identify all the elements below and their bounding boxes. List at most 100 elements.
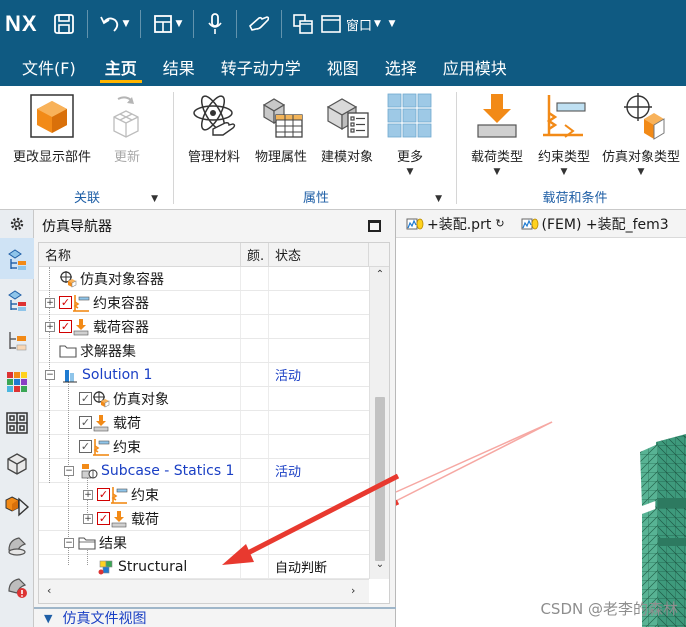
reuse-library-tab[interactable] [0,361,34,402]
quick-access-customize-button[interactable]: ▼ [381,5,401,43]
resource-bar-settings-button[interactable] [0,210,34,238]
vertical-scrollbar[interactable]: ⌃ ⌄ [369,267,389,579]
tree-row[interactable]: − Subcase - Statics 1 活动 [39,459,369,483]
nx-logo: NX [5,11,38,36]
scrollbar-thumb[interactable] [375,397,385,561]
graphics-window[interactable]: +装配.prt ↻ (FEM) +装配_fem3 CSDN @老李的森林 [396,210,686,627]
change-display-part-button[interactable]: 更改显示部件 [6,86,98,165]
constraint-type-button[interactable]: 约束类型 ▼ [532,86,596,177]
tab-assembly-prt[interactable]: +装配.prt ↻ [406,214,505,234]
expand-icon[interactable]: + [83,489,93,500]
load-type-button[interactable]: 载荷类型 ▼ [462,86,532,177]
update-button[interactable]: 更新 [98,86,156,165]
collapse-icon[interactable]: − [64,465,74,476]
scroll-left-icon[interactable]: ‹ [47,584,51,597]
assembly-constraint-icon [5,495,30,517]
layout-button[interactable]: ▼ [147,5,187,43]
tree-row[interactable]: 求解器集 [39,339,369,363]
visibility-checkbox[interactable]: ✓ [79,392,92,405]
tree-row[interactable]: − Solution 1 活动 [39,363,369,387]
simulation-file-view-header[interactable]: ▼ 仿真文件视图 [34,607,396,627]
ribbon-group-title: 属性 [302,191,329,206]
scroll-down-icon[interactable]: ⌄ [370,559,390,577]
undo-button[interactable]: ▼ [94,5,134,43]
scroll-up-icon[interactable]: ⌃ [370,269,390,287]
touch-mode-button[interactable] [243,5,275,43]
constraint-navigator-tab[interactable] [0,484,34,525]
constraint-icon [92,438,110,456]
maximize-icon[interactable] [368,220,381,232]
sim-object-icon [624,93,665,140]
layout-view-tab[interactable] [0,402,34,443]
column-header-color[interactable]: 颜. [241,243,269,266]
load-icon [92,414,110,432]
tab-view[interactable]: 视图 [314,48,372,86]
expand-icon[interactable]: + [45,321,55,332]
load-arrow-icon [477,94,517,138]
ribbon-group-properties: 管理材料 物理属性 建模对象 更多 ▼ 属性 ▼ [180,86,452,210]
chevron-down-icon: ▼ [637,167,645,177]
tree-row[interactable]: + ✓ 约束 [39,483,369,507]
visibility-checkbox[interactable]: ✓ [97,488,110,501]
scroll-right-icon[interactable]: › [351,584,355,597]
tree-row[interactable]: − 结果 [39,531,369,555]
expand-icon[interactable]: + [45,297,55,308]
tab-home[interactable]: 主页 [92,48,150,86]
save-button[interactable] [47,5,81,43]
simulation-navigator-panel: 仿真导航器 名称 颜. 状态 仿真对象容器 + ✓ 约束容器 + ✓ 载荷容器 … [34,210,396,627]
tab-file[interactable]: 文件(F) [0,48,92,86]
collapse-arrow-icon: ▼ [44,611,53,625]
visibility-checkbox[interactable]: ✓ [79,416,92,429]
cube-icon [7,452,27,475]
tab-assembly-fem[interactable]: (FEM) +装配_fem3 [521,214,669,234]
tree-row[interactable]: + ✓ 载荷容器 [39,315,369,339]
tab-applications[interactable]: 应用模块 [430,48,520,86]
toolbar-separator [140,10,141,38]
horizontal-scrollbar[interactable]: ‹ › [39,579,369,603]
simulation-object-type-button[interactable]: 仿真对象类型 ▼ [596,86,686,177]
microphone-icon [208,13,222,34]
simulation-object-icon [92,390,110,408]
physical-properties-button[interactable]: 物理属性 [248,86,314,165]
simulation-navigator-tab[interactable] [0,238,34,279]
chevron-down-icon[interactable]: ▼ [151,194,158,204]
tree-row[interactable]: + ✓ 载荷 [39,507,369,531]
tree-row[interactable]: ✓ 仿真对象 [39,387,369,411]
tree-row[interactable]: Structural 自动判断 [39,555,369,579]
history-tab[interactable] [0,525,34,566]
tree-row[interactable]: 仿真对象容器 [39,267,369,291]
model-mesh-view[interactable] [396,238,686,627]
voice-command-button[interactable] [200,5,230,43]
visibility-checkbox[interactable]: ✓ [79,440,92,453]
analysis-tab[interactable] [0,566,34,607]
update-mesh-icon [113,96,139,138]
copy-window-button[interactable] [288,5,318,43]
expand-icon[interactable]: + [83,513,93,524]
collapse-icon[interactable]: − [45,369,55,380]
tree-row[interactable]: + ✓ 约束容器 [39,291,369,315]
manage-materials-button[interactable]: 管理材料 [180,86,248,165]
collapse-icon[interactable]: − [64,537,74,548]
tree-row[interactable]: ✓ 载荷 [39,411,369,435]
window-menu-button[interactable]: 窗口 ▼ [318,5,381,43]
visibility-checkbox[interactable]: ✓ [59,296,72,309]
fem-navigator-tab[interactable] [0,279,34,320]
part-navigator-tab[interactable] [0,320,34,361]
modeling-objects-button[interactable]: 建模对象 [314,86,380,165]
tab-rotor-dynamics[interactable]: 转子动力学 [208,48,314,86]
load-icon [110,510,128,528]
chevron-down-icon: ▼ [388,19,396,29]
column-header-name[interactable]: 名称 [39,243,241,266]
column-header-status[interactable]: 状态 [269,243,369,266]
toolbar-separator [236,10,237,38]
more-button[interactable]: 更多 ▼ [380,86,440,177]
tab-select[interactable]: 选择 [372,48,430,86]
tab-results[interactable]: 结果 [150,48,208,86]
visibility-checkbox[interactable]: ✓ [97,512,110,525]
ribbon: 更改显示部件 更新 关联 ▼ 管理材料 物理属性 建模对象 更多 ▼ 属性 ▼ … [0,86,686,210]
chevron-down-icon[interactable]: ▼ [435,194,442,204]
visibility-checkbox[interactable]: ✓ [59,320,72,333]
assembly-navigator-tab[interactable] [0,443,34,484]
tree-row[interactable]: ✓ 约束 [39,435,369,459]
status-badge: 活动 [275,465,302,480]
